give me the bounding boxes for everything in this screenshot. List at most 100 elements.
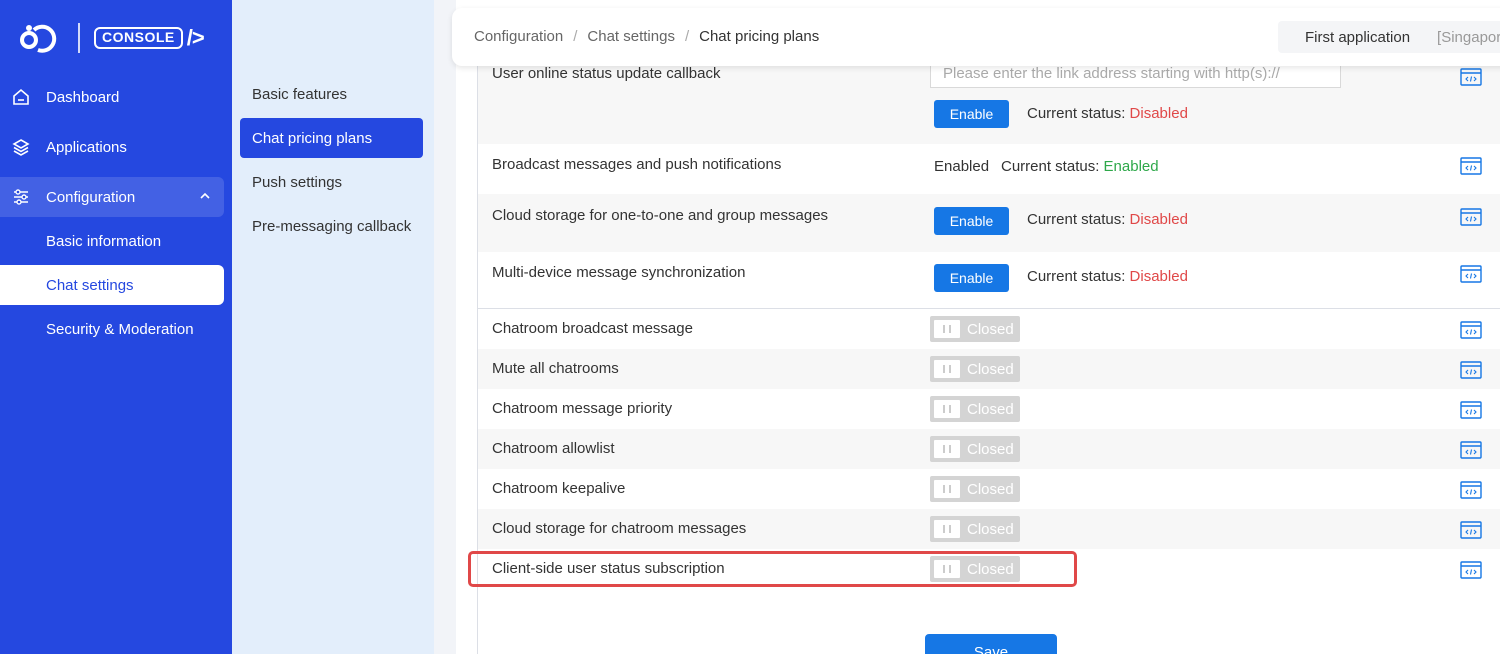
- toggle-row: Chatroom allowlist Closed: [478, 429, 1500, 469]
- submenu-chat-pricing-plans[interactable]: Chat pricing plans: [240, 118, 423, 158]
- nav-configuration-label: Configuration: [46, 188, 136, 206]
- status-value: Enabled: [1103, 158, 1159, 175]
- toggle-state: Closed: [967, 400, 1014, 418]
- status-value: Disabled: [1129, 211, 1188, 228]
- row-label: Cloud storage for chatroom messages: [492, 520, 747, 537]
- row-label: Cloud storage for one-to-one and group m…: [492, 207, 829, 224]
- toggle-switch[interactable]: Closed: [930, 356, 1020, 382]
- toggle-switch[interactable]: Closed: [930, 396, 1020, 422]
- nav-chat-settings[interactable]: Chat settings: [0, 265, 224, 305]
- toggle-knob: [934, 440, 960, 458]
- doc-icon[interactable]: [1460, 401, 1482, 419]
- nav-basic-information[interactable]: Basic information: [0, 221, 224, 261]
- secondary-menu: Basic features Chat pricing plans Push s…: [232, 0, 434, 654]
- toggle-switch[interactable]: Closed: [930, 516, 1020, 542]
- status-text: Current status: Enabled: [1001, 158, 1159, 175]
- toggle-row: Chatroom keepalive Closed: [478, 469, 1500, 509]
- doc-icon[interactable]: [1460, 481, 1482, 499]
- console-label: CONSOLE: [94, 27, 183, 49]
- toggle-row: Chatroom broadcast message Closed: [478, 309, 1500, 349]
- toggle-knob: [934, 320, 960, 338]
- nav-applications[interactable]: Applications: [0, 127, 232, 167]
- row-multi-device: Multi-device message synchronization Ena…: [478, 252, 1500, 308]
- toggle-switch[interactable]: Closed: [930, 316, 1020, 342]
- console-suffix: />: [186, 25, 205, 50]
- status-text: Current status: Disabled: [1027, 105, 1188, 122]
- nav-security-moderation-label: Security & Moderation: [46, 320, 194, 338]
- nav-dashboard-label: Dashboard: [46, 88, 120, 106]
- enabled-state: Enabled: [934, 158, 990, 175]
- row-label: Multi-device message synchronization: [492, 264, 746, 281]
- toggle-knob: [934, 360, 960, 378]
- enable-button[interactable]: Enable: [934, 207, 1009, 235]
- nav-applications-label: Applications: [46, 138, 127, 156]
- nav-security-moderation[interactable]: Security & Moderation: [0, 309, 224, 349]
- status-text: Current status: Disabled: [1027, 268, 1188, 285]
- app-region: [Singapore]: [1437, 28, 1500, 46]
- highlight-box: [468, 551, 1077, 587]
- home-icon: [11, 87, 31, 107]
- submenu-pre-messaging-callback[interactable]: Pre-messaging callback: [240, 206, 423, 246]
- enable-button[interactable]: Enable: [934, 264, 1009, 292]
- row-cloud-storage: Cloud storage for one-to-one and group m…: [478, 194, 1500, 252]
- nav-dashboard[interactable]: Dashboard: [0, 77, 232, 117]
- nav-chat-settings-label: Chat settings: [46, 276, 134, 294]
- row-label: Chatroom broadcast message: [492, 320, 693, 337]
- breadcrumb-separator: /: [573, 28, 578, 45]
- logo-icon: [20, 24, 57, 53]
- breadcrumb-configuration[interactable]: Configuration: [474, 28, 563, 45]
- toggle-knob: [934, 400, 960, 418]
- submenu-push-settings[interactable]: Push settings: [240, 162, 423, 202]
- toggle-switch[interactable]: Closed: [930, 436, 1020, 462]
- doc-icon[interactable]: [1460, 561, 1482, 579]
- doc-icon[interactable]: [1460, 157, 1482, 175]
- logo-divider: [78, 23, 80, 53]
- sidebar: CONSOLE /> Dashboard Applications Config…: [0, 0, 232, 654]
- toggle-state: Closed: [967, 320, 1014, 338]
- row-label: Chatroom keepalive: [492, 480, 626, 497]
- toggle-switch[interactable]: Closed: [930, 476, 1020, 502]
- breadcrumb-current: Chat pricing plans: [699, 28, 820, 45]
- status-value: Disabled: [1129, 105, 1188, 122]
- toggle-row: Chatroom message priority Closed: [478, 389, 1500, 429]
- save-button[interactable]: Save: [925, 634, 1057, 654]
- doc-icon[interactable]: [1460, 521, 1482, 539]
- app-name: First application: [1305, 28, 1411, 46]
- row-broadcast: Broadcast messages and push notification…: [478, 144, 1500, 194]
- row-label: Mute all chatrooms: [492, 360, 619, 377]
- nav-basic-information-label: Basic information: [46, 232, 162, 250]
- doc-icon[interactable]: [1460, 208, 1482, 226]
- toggle-row: Mute all chatrooms Closed: [478, 349, 1500, 389]
- doc-icon[interactable]: [1460, 441, 1482, 459]
- layers-icon: [11, 137, 31, 157]
- status-text: Current status: Disabled: [1027, 211, 1188, 228]
- sliders-icon: [11, 187, 31, 207]
- toggle-knob: [934, 480, 960, 498]
- row-label: Broadcast messages and push notification…: [492, 156, 782, 173]
- app-selector[interactable]: First application [Singapore]: [1278, 21, 1500, 53]
- doc-icon[interactable]: [1460, 361, 1482, 379]
- nav-configuration[interactable]: Configuration: [0, 177, 224, 217]
- breadcrumb-chat-settings[interactable]: Chat settings: [587, 28, 675, 45]
- submenu-basic-features[interactable]: Basic features: [240, 74, 423, 114]
- chevron-up-icon: [200, 192, 210, 199]
- status-value: Disabled: [1129, 268, 1188, 285]
- breadcrumb: Configuration / Chat settings / Chat pri…: [474, 28, 819, 45]
- toggle-state: Closed: [967, 440, 1014, 458]
- row-label: Chatroom message priority: [492, 400, 673, 417]
- page-header: Configuration / Chat settings / Chat pri…: [452, 8, 1500, 66]
- doc-icon[interactable]: [1460, 68, 1482, 86]
- toggle-row: Cloud storage for chatroom messages Clos…: [478, 509, 1500, 549]
- toggle-knob: [934, 520, 960, 538]
- breadcrumb-separator: /: [684, 28, 690, 45]
- toggle-state: Closed: [967, 360, 1014, 378]
- logo[interactable]: CONSOLE />: [20, 22, 205, 54]
- submenu-pre-messaging-callback-label: Pre-messaging callback: [252, 217, 412, 235]
- console-wordmark: CONSOLE />: [94, 25, 205, 51]
- toggle-state: Closed: [967, 480, 1014, 498]
- row-label: User online status update callback: [492, 65, 721, 82]
- submenu-basic-features-label: Basic features: [252, 85, 348, 103]
- enable-button[interactable]: Enable: [934, 100, 1009, 128]
- doc-icon[interactable]: [1460, 265, 1482, 283]
- doc-icon[interactable]: [1460, 321, 1482, 339]
